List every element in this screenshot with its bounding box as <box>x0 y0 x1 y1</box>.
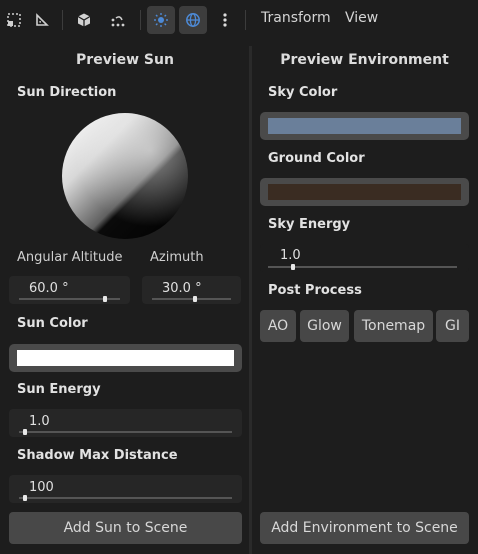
post-process-gi-button[interactable]: GI <box>436 310 469 342</box>
toolbar-separator <box>245 10 246 30</box>
slider-thumb[interactable] <box>290 264 295 270</box>
environment-toggle-icon[interactable] <box>179 6 207 34</box>
sky-color-picker[interactable] <box>260 112 469 140</box>
sun-color-label: Sun Color <box>17 316 88 331</box>
azimuth-value: 30.0 ° <box>162 281 202 296</box>
ground-color-picker[interactable] <box>260 178 469 206</box>
angular-altitude-value: 60.0 ° <box>29 281 69 296</box>
sun-energy-field[interactable]: 1.0 <box>9 409 242 437</box>
sky-color-swatch <box>268 118 461 134</box>
post-process-tonemap-button[interactable]: Tonemap <box>354 310 433 342</box>
toolbar: Transform View <box>0 0 478 40</box>
menu-view[interactable]: View <box>345 10 378 26</box>
azimuth-label: Azimuth <box>150 250 204 265</box>
sun-direction-sphere[interactable] <box>61 112 189 240</box>
toolbar-separator <box>140 10 141 30</box>
slider-thumb[interactable] <box>193 296 198 302</box>
slider-thumb[interactable] <box>23 429 28 435</box>
sky-energy-value: 1.0 <box>280 248 301 263</box>
snap-icon[interactable] <box>104 6 132 34</box>
slider-thumb[interactable] <box>23 495 28 501</box>
toolbar-separator <box>62 10 63 30</box>
panel-title: Preview Sun <box>76 52 174 68</box>
slider-thumb[interactable] <box>102 296 107 302</box>
shadow-max-distance-value: 100 <box>29 480 54 495</box>
sun-energy-value: 1.0 <box>29 414 50 429</box>
angular-altitude-label: Angular Altitude <box>17 250 123 265</box>
sun-direction-label: Sun Direction <box>17 85 117 100</box>
post-process-ao-button[interactable]: AO <box>260 310 296 342</box>
shadow-max-distance-field[interactable]: 100 <box>9 475 242 503</box>
select-region-icon[interactable] <box>0 6 28 34</box>
slider-track <box>268 266 457 268</box>
sky-energy-field[interactable]: 1.0 <box>260 244 469 272</box>
sun-toggle-icon[interactable] <box>147 6 175 34</box>
post-process-label: Post Process <box>268 283 362 298</box>
panel-title: Preview Environment <box>280 52 449 68</box>
post-process-glow-button[interactable]: Glow <box>300 310 349 342</box>
preview-sun-panel: Preview Sun Sun Direction Angular Altitu… <box>0 40 250 554</box>
add-sun-button[interactable]: Add Sun to Scene <box>9 512 242 544</box>
shadow-max-distance-label: Shadow Max Distance <box>17 448 178 463</box>
slider-track <box>152 298 231 300</box>
sun-color-swatch <box>17 350 234 366</box>
sun-energy-label: Sun Energy <box>17 382 101 397</box>
angular-altitude-field[interactable]: 60.0 ° <box>9 276 130 304</box>
sky-color-label: Sky Color <box>268 85 338 100</box>
menu-transform[interactable]: Transform <box>261 10 331 26</box>
preview-environment-panel: Preview Environment Sky Color Ground Col… <box>251 40 478 554</box>
kebab-menu-icon[interactable] <box>211 6 239 34</box>
azimuth-field[interactable]: 30.0 ° <box>142 276 241 304</box>
ruler-icon[interactable] <box>28 6 56 34</box>
ground-color-swatch <box>268 184 461 200</box>
ground-color-label: Ground Color <box>268 151 365 166</box>
sun-color-picker[interactable] <box>9 344 242 372</box>
slider-track <box>19 431 232 433</box>
cube-icon[interactable] <box>70 6 98 34</box>
sky-energy-label: Sky Energy <box>268 217 351 232</box>
slider-track <box>19 497 232 499</box>
add-environment-button[interactable]: Add Environment to Scene <box>260 512 469 544</box>
